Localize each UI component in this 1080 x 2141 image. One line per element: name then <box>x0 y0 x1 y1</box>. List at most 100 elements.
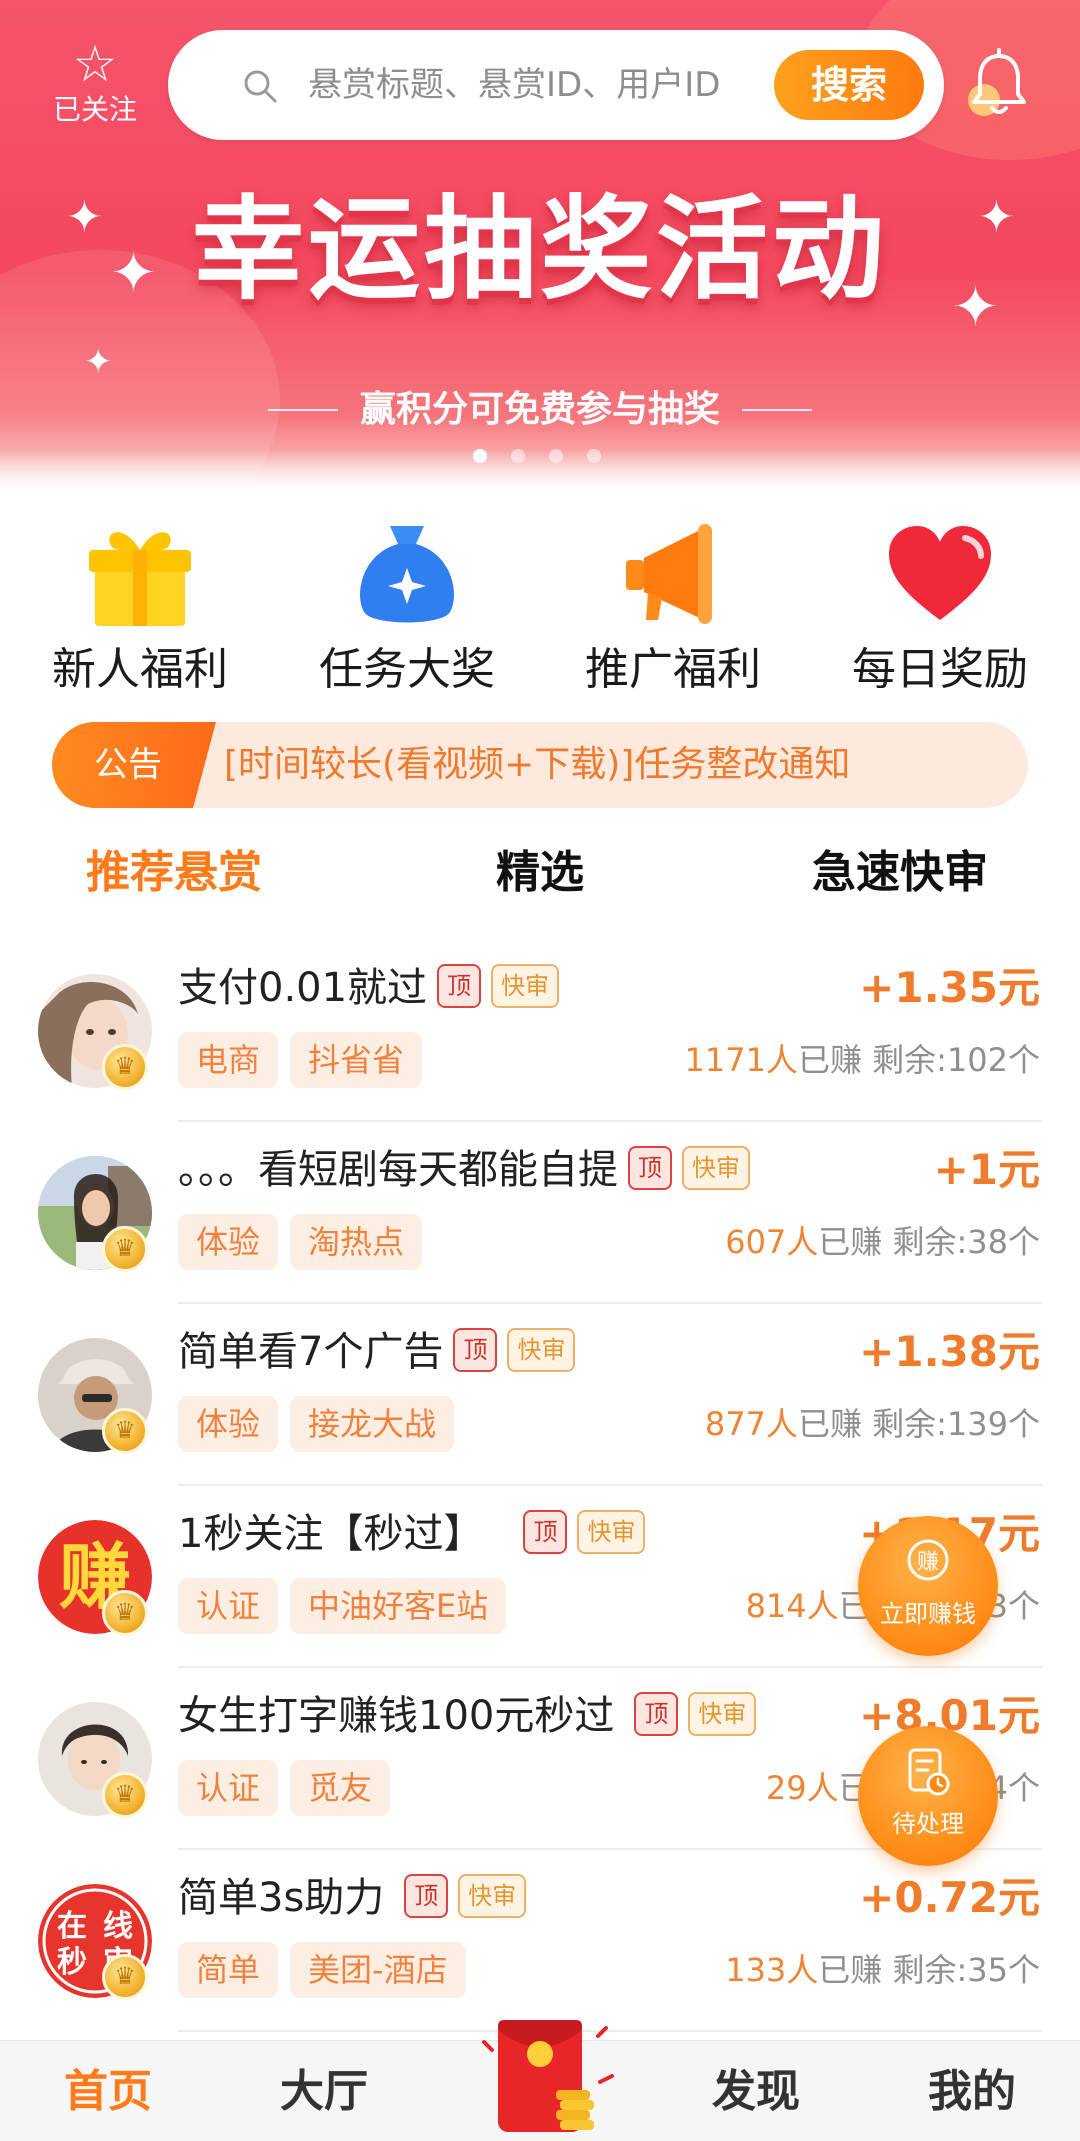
remaining-count: 剩余:102个 <box>872 1041 1040 1079</box>
tab-recommended[interactable]: 推荐悬赏 <box>86 838 262 908</box>
quick-nav-daily-reward[interactable]: 每日奖励 <box>825 520 1055 700</box>
bell-icon[interactable] <box>964 48 1034 124</box>
task-title-text: 女生打字赚钱100元秒过 <box>178 1693 615 1739</box>
task-tag: 体验 <box>178 1396 279 1452</box>
task-item[interactable]: 在 线 秒 审 简单3s助力顶快审 +0.72元 简单美团-酒店 133人已赚 … <box>0 1850 1080 2032</box>
tab-featured[interactable]: 精选 <box>496 838 584 908</box>
task-stats: 1171人已赚 剩余:102个 <box>684 1032 1040 1088</box>
task-item[interactable]: 支付0.01就过顶快审 +1.35元 电商抖省省 1171人已赚 剩余:102个 <box>0 940 1080 1122</box>
task-tags: 体验 淘热点 <box>178 1214 434 1270</box>
followed-button[interactable]: ☆ 已关注 <box>40 38 150 138</box>
search-bar[interactable]: 悬赏标题、悬赏ID、用户ID 搜索 <box>168 30 944 140</box>
task-tag: 美团-酒店 <box>290 1942 466 1998</box>
task-tag: 抖省省 <box>290 1032 423 1088</box>
quick-nav-promotion-welfare[interactable]: 推广福利 <box>558 520 788 700</box>
task-tags: 体验 接龙大战 <box>178 1396 466 1452</box>
top-badge: 顶 <box>523 1510 568 1554</box>
sparkle-icon: ✦ <box>84 342 113 382</box>
gift-icon <box>89 532 191 626</box>
online-text: 在 <box>57 1909 87 1944</box>
fast-review-badge: 快审 <box>491 964 560 1008</box>
task-stats: 133人已赚 剩余:35个 <box>725 1942 1040 1998</box>
task-tag: 中油好客E站 <box>290 1578 507 1634</box>
quick-nav-label: 新人福利 <box>52 644 228 695</box>
fast-review-badge: 快审 <box>458 1874 527 1918</box>
announcement-bar[interactable]: 公告 [时间较长(看视频+下载)]任务整改通知 <box>52 722 1028 808</box>
task-title-text: 1秒关注【秒过】 <box>178 1511 484 1557</box>
fast-review-badge: 快审 <box>682 1146 750 1190</box>
earned-count: 814人 <box>745 1587 839 1625</box>
task-title-text: 简单看7个广告 <box>178 1329 444 1375</box>
task-title: 简单看7个广告顶快审 <box>178 1322 576 1382</box>
vip-medal-icon <box>102 1772 148 1818</box>
vip-medal-icon <box>102 1408 148 1454</box>
top-badge: 顶 <box>634 1692 679 1736</box>
fast-review-badge: 快审 <box>688 1692 757 1736</box>
document-clock-icon <box>908 1748 950 1796</box>
quick-nav-task-prize[interactable]: 任务大奖 <box>292 520 522 700</box>
task-title: 简单3s助力顶快审 <box>178 1868 527 1928</box>
task-title-text: 支付0.01就过 <box>178 965 428 1011</box>
earn-coin-icon: 赚 <box>907 1539 949 1581</box>
fast-review-badge: 快审 <box>577 1510 646 1554</box>
task-tag: 认证 <box>178 1578 279 1634</box>
vip-medal-icon <box>102 1044 148 1090</box>
pending-button[interactable]: 待处理 <box>858 1726 998 1866</box>
top-badge: 顶 <box>437 964 482 1008</box>
pending-label: 待处理 <box>892 1810 964 1838</box>
task-tag: 接龙大战 <box>290 1396 455 1452</box>
task-reward: +1.38元 <box>859 1327 1040 1376</box>
promo-banner[interactable]: ☆ 已关注 悬赏标题、悬赏ID、用户ID 搜索 ✦ ✦ ✦ ✦ ✦ 幸运抽奖活动… <box>0 0 1080 490</box>
nav-mine[interactable]: 我的 <box>864 2041 1080 2141</box>
earned-count: 877人 <box>704 1405 798 1443</box>
announcement-text[interactable]: [时间较长(看视频+下载)]任务整改通知 <box>224 722 850 808</box>
announcement-tag: 公告 <box>52 722 216 808</box>
task-title-text: 。。。看短剧每天都能自提 <box>178 1147 618 1193</box>
search-input[interactable]: 悬赏标题、悬赏ID、用户ID <box>308 58 720 112</box>
top-badge: 顶 <box>453 1328 498 1372</box>
earned-label: 已赚 <box>818 1951 883 1989</box>
followed-label: 已关注 <box>52 93 137 126</box>
remaining-count: 剩余:35个 <box>892 1951 1040 1989</box>
vip-medal-icon <box>102 1954 148 2000</box>
task-stats: 607人已赚 剩余:38个 <box>725 1214 1040 1270</box>
task-item[interactable]: 。。。看短剧每天都能自提顶快审 +1元 体验淘热点 607人已赚 剩余:38个 <box>0 1122 1080 1304</box>
online-text: 线 <box>103 1909 133 1944</box>
earned-count: 29人 <box>765 1769 839 1807</box>
task-tabs: 推荐悬赏 精选 急速快审 <box>0 838 1080 908</box>
task-tag: 觅友 <box>290 1760 391 1816</box>
task-tag: 淘热点 <box>290 1214 423 1270</box>
quick-nav-label: 推广福利 <box>585 644 761 695</box>
tab-fast-review[interactable]: 急速快审 <box>812 838 988 908</box>
earn-now-button[interactable]: 赚 立即赚钱 <box>858 1516 998 1656</box>
banner-subtitle: 赢积分可免费参与抽奖 <box>250 380 830 440</box>
earned-label: 已赚 <box>797 1405 862 1443</box>
quick-nav-newbie-welfare[interactable]: 新人福利 <box>25 520 255 700</box>
banner-arrow-left <box>268 409 338 411</box>
search-button[interactable]: 搜索 <box>774 50 924 120</box>
top-badge: 顶 <box>628 1146 672 1190</box>
red-envelope-icon[interactable] <box>470 2012 620 2141</box>
nav-home[interactable]: 首页 <box>0 2041 216 2141</box>
fast-review-badge: 快审 <box>507 1328 576 1372</box>
task-tags: 认证 中油好客E站 <box>178 1578 518 1634</box>
task-title-text: 简单3s助力 <box>178 1875 385 1921</box>
banner-title: 幸运抽奖活动 <box>192 185 888 315</box>
earn-now-label: 立即赚钱 <box>880 1600 976 1628</box>
top-badge: 顶 <box>404 1874 449 1918</box>
task-item[interactable]: 简单看7个广告顶快审 +1.38元 体验接龙大战 877人已赚 剩余:139个 <box>0 1304 1080 1486</box>
task-tag: 电商 <box>178 1032 279 1088</box>
remaining-count: 剩余:38个 <box>892 1223 1040 1261</box>
task-stats: 877人已赚 剩余:139个 <box>705 1396 1040 1452</box>
banner-fade <box>0 450 1080 490</box>
earned-count: 133人 <box>725 1951 819 1989</box>
heart-icon <box>889 526 991 620</box>
task-title: 。。。看短剧每天都能自提顶快审 <box>178 1140 750 1200</box>
nav-hall[interactable]: 大厅 <box>216 2041 432 2141</box>
remaining-count: 剩余:139个 <box>872 1405 1040 1443</box>
vip-medal-icon <box>102 1226 148 1272</box>
vip-medal-icon <box>102 1590 148 1636</box>
money-bag-icon <box>360 526 454 623</box>
nav-discover[interactable]: 发现 <box>648 2041 864 2141</box>
megaphone-icon <box>626 524 712 624</box>
